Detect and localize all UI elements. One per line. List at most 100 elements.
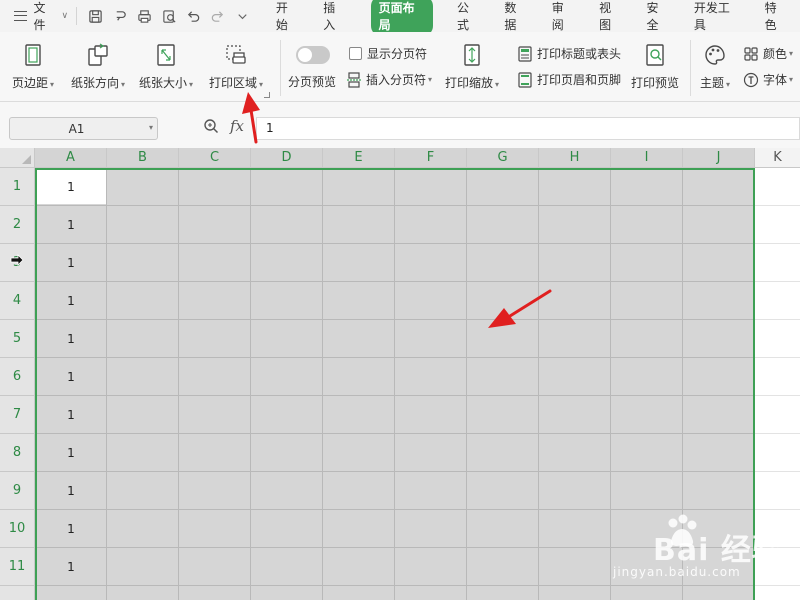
column-header-e[interactable]: E bbox=[323, 148, 395, 168]
printer-icon bbox=[138, 9, 151, 23]
row-header-7[interactable]: 7 bbox=[0, 396, 35, 434]
palette-icon bbox=[705, 45, 725, 65]
column-header-a[interactable]: A bbox=[35, 148, 107, 168]
undo-button[interactable] bbox=[183, 5, 204, 27]
formula-input[interactable]: 1 bbox=[256, 117, 800, 140]
hamburger-icon bbox=[14, 11, 28, 21]
column-header-h[interactable]: H bbox=[539, 148, 611, 168]
chevron-down-icon bbox=[238, 13, 247, 19]
cell-a11[interactable]: 1 bbox=[35, 548, 107, 586]
page-break-preview-button[interactable]: 分页预览 bbox=[288, 73, 336, 90]
tab-data[interactable]: 数据 bbox=[492, 0, 539, 32]
tab-home[interactable]: 开始 bbox=[264, 0, 311, 32]
print-titles-button[interactable]: 打印标题或表头 bbox=[517, 45, 621, 62]
row-header-12[interactable] bbox=[0, 586, 35, 600]
paper-size-button[interactable]: 纸张大小 ▾ bbox=[139, 40, 193, 91]
print-header-footer-button[interactable]: 打印页眉和页脚 bbox=[517, 71, 621, 88]
row-header-4[interactable]: 4 bbox=[0, 282, 35, 320]
name-box[interactable]: A1 ▾ bbox=[9, 117, 158, 140]
file-menu[interactable]: 文件 ∨ bbox=[0, 0, 68, 32]
page-break-preview-label: 分页预览 bbox=[288, 75, 337, 89]
print-button[interactable] bbox=[134, 5, 155, 27]
row-header-3[interactable]: 3 bbox=[0, 244, 35, 282]
save-button[interactable] bbox=[85, 5, 106, 27]
theme-label: 主题 bbox=[700, 76, 725, 90]
theme-button[interactable]: 主题 ▾ bbox=[700, 40, 730, 91]
print-scale-label: 打印缩放 bbox=[445, 76, 494, 90]
tab-label: 特色 bbox=[764, 1, 777, 32]
column-header-i[interactable]: I bbox=[611, 148, 683, 168]
page-setup-launcher-icon[interactable] bbox=[264, 92, 270, 98]
name-box-value: A1 bbox=[68, 122, 85, 136]
column-header-c[interactable]: C bbox=[179, 148, 251, 168]
row-header-2[interactable]: 2 bbox=[0, 206, 35, 244]
orientation-icon bbox=[88, 43, 108, 66]
tab-developer[interactable]: 开发工具 bbox=[682, 0, 753, 32]
tab-label: 公式 bbox=[456, 1, 469, 32]
fonts-button[interactable]: 字体 ▾ bbox=[743, 71, 793, 88]
save-icon bbox=[89, 9, 103, 23]
print-scale-button[interactable]: 打印缩放 ▾ bbox=[445, 40, 499, 91]
column-header-j[interactable]: J bbox=[683, 148, 755, 168]
cell-a5[interactable]: 1 bbox=[35, 320, 107, 358]
row-header-11[interactable]: 11 bbox=[0, 548, 35, 586]
row-header-1[interactable]: 1 bbox=[0, 168, 35, 206]
cell-a9[interactable]: 1 bbox=[35, 472, 107, 510]
cell-a3[interactable]: 1 bbox=[35, 244, 107, 282]
checkbox-icon bbox=[349, 47, 362, 60]
insert-page-break-icon bbox=[347, 71, 361, 88]
cell-a6[interactable]: 1 bbox=[35, 358, 107, 396]
tab-view[interactable]: 视图 bbox=[587, 0, 634, 32]
show-page-breaks-label: 显示分页符 bbox=[367, 47, 428, 61]
cell-a10[interactable]: 1 bbox=[35, 510, 107, 548]
insert-page-break-button[interactable]: 插入分页符 ▾ bbox=[346, 71, 432, 88]
cell-a7[interactable]: 1 bbox=[35, 396, 107, 434]
column-header-d[interactable]: D bbox=[251, 148, 323, 168]
cell-a8[interactable]: 1 bbox=[35, 434, 107, 472]
customize-quick-access-button[interactable] bbox=[232, 5, 253, 27]
redo-button[interactable] bbox=[207, 5, 228, 27]
unselected-cells[interactable] bbox=[755, 168, 800, 600]
cell-grid[interactable]: 1 1 1 1 1 1 1 1 1 1 1 bbox=[35, 168, 800, 600]
tab-insert[interactable]: 插入 bbox=[311, 0, 358, 32]
row-header-8[interactable]: 8 bbox=[0, 434, 35, 472]
page-break-preview-toggle[interactable] bbox=[296, 46, 330, 64]
row-header-6[interactable]: 6 bbox=[0, 358, 35, 396]
orientation-button[interactable]: 纸张方向 ▾ bbox=[71, 40, 125, 91]
dropdown-arrow-icon: ▾ bbox=[495, 80, 500, 89]
insert-function-button[interactable]: fx bbox=[230, 117, 244, 135]
print-preview-button[interactable]: 打印预览 bbox=[631, 40, 679, 91]
cell-a2[interactable]: 1 bbox=[35, 206, 107, 244]
print-area-icon bbox=[226, 45, 246, 64]
tab-review[interactable]: 审阅 bbox=[540, 0, 587, 32]
cell-a4[interactable]: 1 bbox=[35, 282, 107, 320]
print-area-label: 打印区域 bbox=[209, 76, 258, 90]
colors-button[interactable]: 颜色 ▾ bbox=[743, 45, 793, 62]
column-header-g[interactable]: G bbox=[467, 148, 539, 168]
row-header-9[interactable]: 9 bbox=[0, 472, 35, 510]
menu-bar: 文件 ∨ 开始 插入 页面布局 公式 数据 审阅 视图 安全 开发工具 特色 bbox=[0, 0, 800, 36]
tab-page-layout[interactable]: 页面布局 bbox=[359, 0, 445, 36]
tab-features[interactable]: 特色 bbox=[753, 0, 800, 32]
format-painter-button[interactable] bbox=[110, 5, 131, 27]
column-header-f[interactable]: F bbox=[395, 148, 467, 168]
orientation-label: 纸张方向 bbox=[71, 76, 120, 90]
margins-label: 页边距 bbox=[12, 76, 49, 90]
column-header-k[interactable]: K bbox=[755, 148, 800, 168]
tab-security[interactable]: 安全 bbox=[635, 0, 682, 32]
menu-separator bbox=[76, 7, 78, 25]
tab-formulas[interactable]: 公式 bbox=[445, 0, 492, 32]
show-page-breaks-checkbox[interactable]: 显示分页符 bbox=[349, 45, 427, 62]
margins-button[interactable]: 页边距 ▾ bbox=[12, 40, 54, 91]
print-preview-quick-button[interactable] bbox=[158, 5, 179, 27]
selected-range[interactable] bbox=[35, 168, 755, 600]
select-all-corner[interactable] bbox=[0, 148, 35, 168]
row-header-5[interactable]: 5 bbox=[0, 320, 35, 358]
column-header-b[interactable]: B bbox=[107, 148, 179, 168]
cell-a1[interactable]: 1 bbox=[35, 168, 107, 206]
zoom-icon[interactable] bbox=[203, 118, 219, 137]
margins-icon bbox=[25, 44, 41, 66]
print-area-button[interactable]: 打印区域 ▾ bbox=[209, 40, 263, 91]
row-header-10[interactable]: 10 bbox=[0, 510, 35, 548]
header-footer-icon bbox=[518, 71, 532, 88]
